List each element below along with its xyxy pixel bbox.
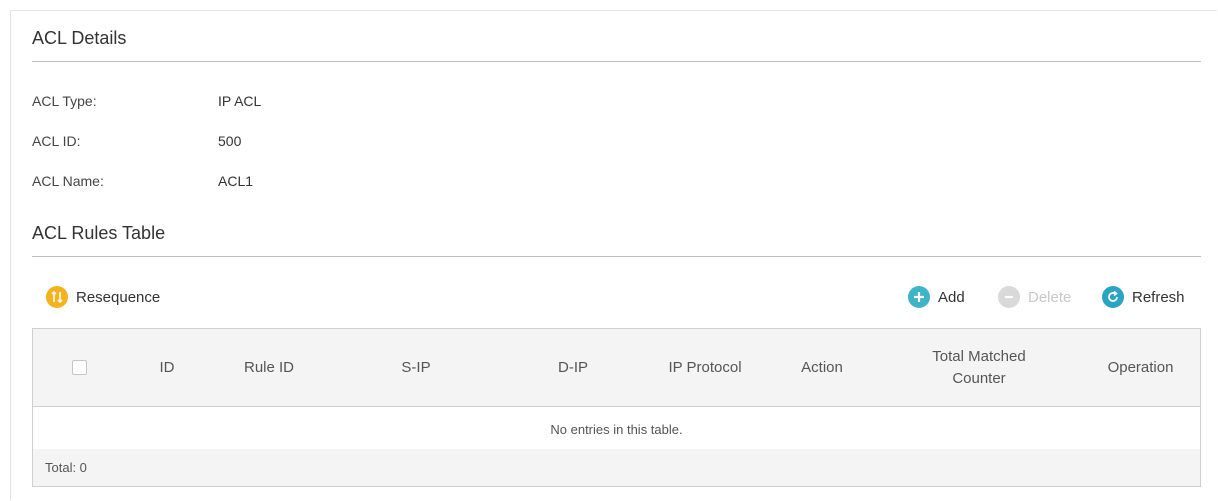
add-label: Add [938,288,965,306]
resequence-label: Resequence [76,288,161,306]
select-all-cell [32,328,126,407]
refresh-icon [1102,286,1124,308]
rules-divider [32,256,1201,257]
col-d-ip[interactable]: D-IP [502,328,644,407]
col-id[interactable]: ID [126,328,208,407]
select-all-checkbox[interactable] [71,360,87,376]
plus-icon [908,286,930,308]
acl-type-value: IP ACL [218,93,262,109]
acl-type-label: ACL Type: [32,93,97,109]
details-divider [32,61,1201,62]
col-action[interactable]: Action [766,328,878,407]
acl-rules-title: ACL Rules Table [32,223,166,243]
delete-label: Delete [1028,288,1072,306]
acl-rules-table: ID Rule ID S-IP D-IP IP Protocol Action … [32,328,1201,453]
empty-row: No entries in this table. [32,406,1201,453]
refresh-button[interactable]: Refresh [1102,286,1185,308]
minus-icon [998,286,1020,308]
empty-message: No entries in this table. [32,406,1201,453]
col-total-matched-counter[interactable]: Total Matched Counter [878,328,1080,407]
col-s-ip[interactable]: S-IP [330,328,502,407]
table-header-row: ID Rule ID S-IP D-IP IP Protocol Action … [32,328,1201,407]
resequence-icon [46,286,68,308]
col-total-matched-counter-label: Total Matched Counter [932,347,1026,387]
col-ip-protocol[interactable]: IP Protocol [644,328,766,407]
acl-name-label: ACL Name: [32,173,104,189]
delete-button[interactable]: Delete [998,286,1071,308]
col-operation: Operation [1080,328,1201,407]
resequence-button[interactable]: Resequence [46,286,160,308]
col-rule-id[interactable]: Rule ID [208,328,330,407]
refresh-label: Refresh [1132,288,1185,306]
table-footer-total: Total: 0 [32,449,1201,487]
acl-details-title: ACL Details [32,28,127,48]
acl-id-value: 500 [218,133,242,149]
acl-id-label: ACL ID: [32,133,81,149]
add-button[interactable]: Add [908,286,965,308]
acl-name-value: ACL1 [218,173,254,189]
